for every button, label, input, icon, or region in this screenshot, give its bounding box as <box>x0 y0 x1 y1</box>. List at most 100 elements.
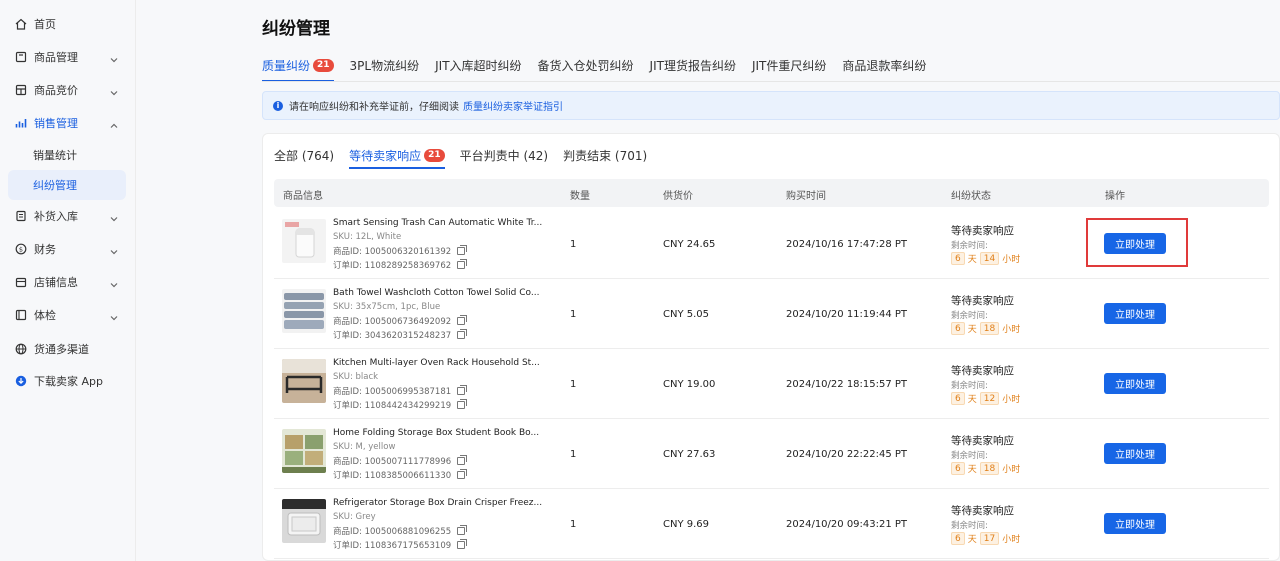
handle-now-button[interactable]: 立即处理 <box>1104 373 1166 394</box>
order-id: 订单ID: 1108289258369762 <box>333 259 468 271</box>
sidebar-item-finance[interactable]: $ 财务 <box>8 234 126 264</box>
countdown-hours: 17 <box>979 532 1000 545</box>
quantity-value: 1 <box>570 309 577 320</box>
product-title: Bath Towel Washcloth Cotton Towel Solid … <box>333 288 540 298</box>
tabs-divider <box>262 81 1280 82</box>
download-icon <box>14 374 28 388</box>
tab-all[interactable]: 全部 (764) <box>274 144 334 166</box>
notice-link[interactable]: 质量纠纷卖家举证指引 <box>463 98 563 113</box>
tab-jit-weight-size[interactable]: JIT件重尺纠纷 <box>752 54 826 76</box>
tab-quality-dispute[interactable]: 质量纠纷 21 <box>262 54 334 82</box>
remaining-time-label: 剩余时间: <box>951 521 988 531</box>
tab-awaiting-seller[interactable]: 等待卖家响应 21 <box>349 144 445 169</box>
restock-icon <box>14 209 28 223</box>
dispute-type-tabs: 质量纠纷 21 3PL物流纠纷 JIT入库超时纠纷 备货入仓处罚纠纷 JIT理货报… <box>262 54 942 82</box>
price-value: CNY 19.00 <box>663 379 716 390</box>
copy-icon[interactable] <box>457 539 468 549</box>
dispute-panel: 全部 (764) 等待卖家响应 21 平台判责中 (42) 判责结束 (701) … <box>262 133 1280 561</box>
price-value: CNY 5.05 <box>663 309 710 320</box>
sidebar-subitem-dispute-management[interactable]: 纠纷管理 <box>8 170 126 200</box>
countdown-days: 6 <box>951 392 965 405</box>
order-id: 订单ID: 1108367175653109 <box>333 539 468 551</box>
tab-judged[interactable]: 判责结束 (701) <box>563 144 647 166</box>
sidebar-subitem-sales-stats[interactable]: 销量统计 <box>8 140 126 170</box>
handle-now-button[interactable]: 立即处理 <box>1104 443 1166 464</box>
quantity-value: 1 <box>570 239 577 250</box>
product-thumbnail <box>282 499 326 543</box>
handle-now-button[interactable]: 立即处理 <box>1104 233 1166 254</box>
handle-now-button[interactable]: 立即处理 <box>1104 303 1166 324</box>
product-title: Kitchen Multi-layer Oven Rack Household … <box>333 358 540 368</box>
product-thumbnail <box>282 219 326 263</box>
chevron-down-icon <box>110 245 118 258</box>
chevron-down-icon <box>110 311 118 324</box>
countdown-days: 6 <box>951 532 965 545</box>
copy-icon[interactable] <box>457 385 468 395</box>
notice-text: 请在响应纠纷和补充举证前，仔细阅读 <box>289 102 459 113</box>
sidebar-item-shop-info[interactable]: 店铺信息 <box>8 267 126 297</box>
status-text: 等待卖家响应 <box>951 225 1014 237</box>
product-sku: SKU: black <box>333 372 379 382</box>
chevron-down-icon <box>110 53 118 66</box>
sidebar-item-product-bidding[interactable]: 商品竞价 <box>8 75 126 105</box>
tab-platform-judging[interactable]: 平台判责中 (42) <box>460 144 548 166</box>
sidebar-item-label: 补货入库 <box>34 210 78 223</box>
table-row: Kitchen Multi-layer Oven Rack Household … <box>274 349 1269 419</box>
sidebar-item-download-app[interactable]: 下载卖家 App <box>8 366 126 396</box>
sidebar-item-checkup[interactable]: 体检 <box>8 300 126 330</box>
remaining-time-label: 剩余时间: <box>951 381 988 391</box>
shop-icon <box>14 275 28 289</box>
product-id: 商品ID: 1005006881096255 <box>333 525 468 537</box>
info-icon: i <box>273 100 283 111</box>
price-value: CNY 24.65 <box>663 239 716 250</box>
copy-icon[interactable] <box>457 259 468 269</box>
copy-icon[interactable] <box>457 469 468 479</box>
sales-icon <box>14 116 28 130</box>
product-title: Refrigerator Storage Box Drain Crisper F… <box>333 498 543 508</box>
status-text: 等待卖家响应 <box>951 435 1014 447</box>
page-title: 纠纷管理 <box>262 19 330 39</box>
countdown: 6 天 18 小时 <box>951 322 1020 335</box>
sidebar: 首页 商品管理 商品竞价 销售管理 销量统计 纠纷管理 补货入库 $ 财务 店铺… <box>0 0 136 561</box>
product-id: 商品ID: 1005007111778996 <box>333 455 468 467</box>
purchase-time-value: 2024/10/20 09:43:21 PT <box>786 519 908 530</box>
copy-icon[interactable] <box>457 399 468 409</box>
sidebar-item-label: 财务 <box>34 243 56 256</box>
remaining-time-label: 剩余时间: <box>951 241 988 251</box>
tab-jit-inbound-timeout[interactable]: JIT入库超时纠纷 <box>435 54 521 76</box>
status-tabs: 全部 (764) 等待卖家响应 21 平台判责中 (42) 判责结束 (701) <box>274 144 662 169</box>
tab-jit-report[interactable]: JIT理货报告纠纷 <box>650 54 736 76</box>
tab-3pl-logistics[interactable]: 3PL物流纠纷 <box>350 54 420 76</box>
sidebar-item-label: 首页 <box>34 18 56 31</box>
countdown-hours: 18 <box>979 322 1000 335</box>
countdown: 6 天 12 小时 <box>951 392 1020 405</box>
quantity-value: 1 <box>570 519 577 530</box>
sidebar-item-sales-management[interactable]: 销售管理 <box>8 108 126 138</box>
product-id: 商品ID: 1005006320161392 <box>333 245 468 257</box>
table-row: Refrigerator Storage Box Drain Crisper F… <box>274 489 1269 559</box>
purchase-time-value: 2024/10/20 11:19:44 PT <box>786 309 908 320</box>
handle-now-button[interactable]: 立即处理 <box>1104 513 1166 534</box>
sidebar-item-home[interactable]: 首页 <box>8 9 126 39</box>
countdown: 6 天 18 小时 <box>951 462 1020 475</box>
chevron-down-icon <box>110 278 118 291</box>
copy-icon[interactable] <box>457 245 468 255</box>
sidebar-item-restock[interactable]: 补货入库 <box>8 201 126 231</box>
header-purchase-time: 购买时间 <box>786 191 826 202</box>
sidebar-item-multichannel[interactable]: 货通多渠道 <box>8 334 126 364</box>
countdown-hours: 18 <box>979 462 1000 475</box>
copy-icon[interactable] <box>457 329 468 339</box>
countdown-days: 6 <box>951 462 965 475</box>
copy-icon[interactable] <box>457 455 468 465</box>
sidebar-item-product-management[interactable]: 商品管理 <box>8 42 126 72</box>
table-row: Home Folding Storage Box Student Book Bo… <box>274 419 1269 489</box>
tab-refund-rate[interactable]: 商品退款率纠纷 <box>842 54 926 76</box>
product-id: 商品ID: 1005006995387181 <box>333 385 468 397</box>
price-value: CNY 27.63 <box>663 449 716 460</box>
tab-stock-penalty[interactable]: 备货入仓处罚纠纷 <box>538 54 634 76</box>
quantity-value: 1 <box>570 449 577 460</box>
copy-icon[interactable] <box>457 315 468 325</box>
purchase-time-value: 2024/10/16 17:47:28 PT <box>786 239 908 250</box>
product-thumbnail <box>282 429 326 473</box>
copy-icon[interactable] <box>457 525 468 535</box>
